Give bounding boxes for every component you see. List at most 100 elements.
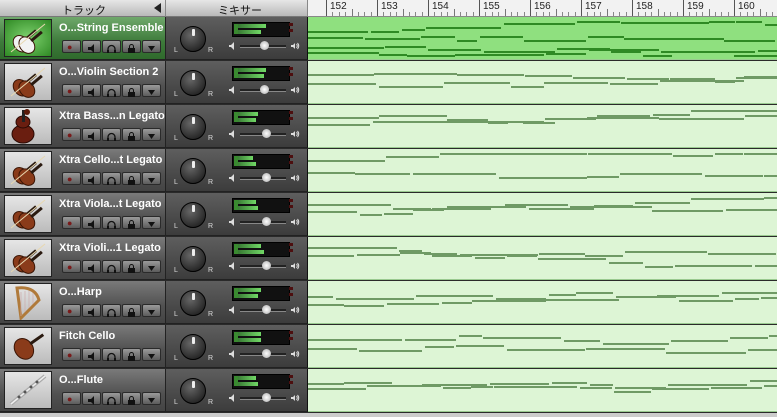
track-row[interactable]: O...Harp ● L R [0, 281, 777, 324]
clip-indicator-left[interactable] [289, 67, 293, 70]
pan-knob[interactable] [180, 114, 206, 140]
lock-button[interactable] [122, 392, 141, 405]
pan-knob[interactable] [180, 26, 206, 52]
clip-indicator-right[interactable] [289, 337, 293, 340]
solo-button[interactable] [102, 128, 121, 141]
volume-slider-thumb[interactable] [262, 305, 271, 314]
track-row[interactable]: Fitch Cello ● L R [0, 325, 777, 368]
track-header[interactable]: O...Violin Section 2 ● [0, 61, 166, 104]
solo-button[interactable] [102, 172, 121, 185]
solo-button[interactable] [102, 216, 121, 229]
clip-indicator-left[interactable] [289, 243, 293, 246]
track-header[interactable]: O...Flute ● [0, 369, 166, 412]
pan-knob[interactable] [180, 246, 206, 272]
mute-button[interactable] [82, 216, 101, 229]
cello-icon[interactable] [4, 327, 52, 365]
solo-button[interactable] [102, 260, 121, 273]
lock-button[interactable] [122, 128, 141, 141]
midi-region[interactable] [308, 149, 777, 192]
record-enable-button[interactable]: ● [62, 260, 81, 273]
clip-indicator-left[interactable] [289, 375, 293, 378]
track-row[interactable]: O...Violin Section 2 ● L R [0, 61, 777, 104]
pan-knob[interactable] [180, 202, 206, 228]
track-menu-button[interactable] [142, 260, 161, 273]
mute-button[interactable] [82, 260, 101, 273]
track-row[interactable]: Xtra Bass...n Legato ● L R [0, 105, 777, 148]
volume-slider-thumb[interactable] [260, 85, 269, 94]
clip-indicator-right[interactable] [289, 161, 293, 164]
clip-indicator-left[interactable] [289, 287, 293, 290]
record-enable-button[interactable]: ● [62, 128, 81, 141]
pan-knob[interactable] [180, 334, 206, 360]
mute-button[interactable] [82, 392, 101, 405]
clip-indicator-right[interactable] [289, 381, 293, 384]
solo-button[interactable] [102, 304, 121, 317]
volume-slider-thumb[interactable] [262, 393, 271, 402]
track-menu-button[interactable] [142, 40, 161, 53]
track-header[interactable]: Xtra Bass...n Legato ● [0, 105, 166, 148]
track-row[interactable]: O...String Ensemble ● L R [0, 17, 777, 60]
lock-button[interactable] [122, 40, 141, 53]
violin-section-icon[interactable] [4, 19, 52, 57]
track-row[interactable]: O...Flute ● L R [0, 369, 777, 412]
track-menu-button[interactable] [142, 128, 161, 141]
midi-region[interactable] [308, 17, 777, 60]
track-menu-button[interactable] [142, 84, 161, 97]
volume-slider-thumb[interactable] [262, 349, 271, 358]
track-menu-button[interactable] [142, 304, 161, 317]
mute-button[interactable] [82, 172, 101, 185]
clip-indicator-right[interactable] [289, 117, 293, 120]
record-enable-button[interactable]: ● [62, 348, 81, 361]
mute-button[interactable] [82, 348, 101, 361]
volume-slider-thumb[interactable] [262, 173, 271, 182]
track-row[interactable]: Xtra Violi...1 Legato ● L R [0, 237, 777, 280]
volume-slider-thumb[interactable] [260, 41, 269, 50]
record-enable-button[interactable]: ● [62, 304, 81, 317]
pan-knob[interactable] [180, 378, 206, 404]
pan-knob[interactable] [180, 70, 206, 96]
record-enable-button[interactable]: ● [62, 392, 81, 405]
clip-indicator-left[interactable] [289, 23, 293, 26]
clip-indicator-left[interactable] [289, 199, 293, 202]
track-header[interactable]: Fitch Cello ● [0, 325, 166, 368]
harp-icon[interactable] [4, 283, 52, 322]
clip-indicator-right[interactable] [289, 249, 293, 252]
clip-indicator-right[interactable] [289, 29, 293, 32]
midi-region[interactable] [308, 369, 777, 412]
lock-button[interactable] [122, 172, 141, 185]
lock-button[interactable] [122, 84, 141, 97]
track-header[interactable]: Xtra Violi...1 Legato ● [0, 237, 166, 280]
track-menu-button[interactable] [142, 392, 161, 405]
clip-indicator-left[interactable] [289, 111, 293, 114]
double-bass-icon[interactable] [4, 107, 52, 145]
record-enable-button[interactable]: ● [62, 84, 81, 97]
lock-button[interactable] [122, 304, 141, 317]
clip-indicator-left[interactable] [289, 331, 293, 334]
volume-slider-thumb[interactable] [262, 129, 271, 138]
clip-indicator-left[interactable] [289, 155, 293, 158]
violin-section-icon[interactable] [4, 239, 52, 277]
pan-knob[interactable] [180, 290, 206, 316]
mute-button[interactable] [82, 40, 101, 53]
record-enable-button[interactable]: ● [62, 216, 81, 229]
volume-slider-thumb[interactable] [262, 217, 271, 226]
solo-button[interactable] [102, 84, 121, 97]
clip-indicator-right[interactable] [289, 73, 293, 76]
pan-knob[interactable] [180, 158, 206, 184]
lock-button[interactable] [122, 348, 141, 361]
midi-region[interactable] [308, 237, 777, 280]
track-row[interactable]: Xtra Viola...t Legato ● L R [0, 193, 777, 236]
volume-slider-thumb[interactable] [262, 261, 271, 270]
solo-button[interactable] [102, 348, 121, 361]
violin-section-icon[interactable] [4, 151, 52, 189]
lock-button[interactable] [122, 260, 141, 273]
clip-indicator-right[interactable] [289, 205, 293, 208]
record-enable-button[interactable]: ● [62, 40, 81, 53]
collapse-mixer-triangle-icon[interactable] [154, 3, 161, 13]
mute-button[interactable] [82, 304, 101, 317]
midi-region[interactable] [308, 61, 777, 104]
track-menu-button[interactable] [142, 172, 161, 185]
lock-button[interactable] [122, 216, 141, 229]
clip-indicator-right[interactable] [289, 293, 293, 296]
track-row[interactable]: Xtra Cello...t Legato ● L R [0, 149, 777, 192]
